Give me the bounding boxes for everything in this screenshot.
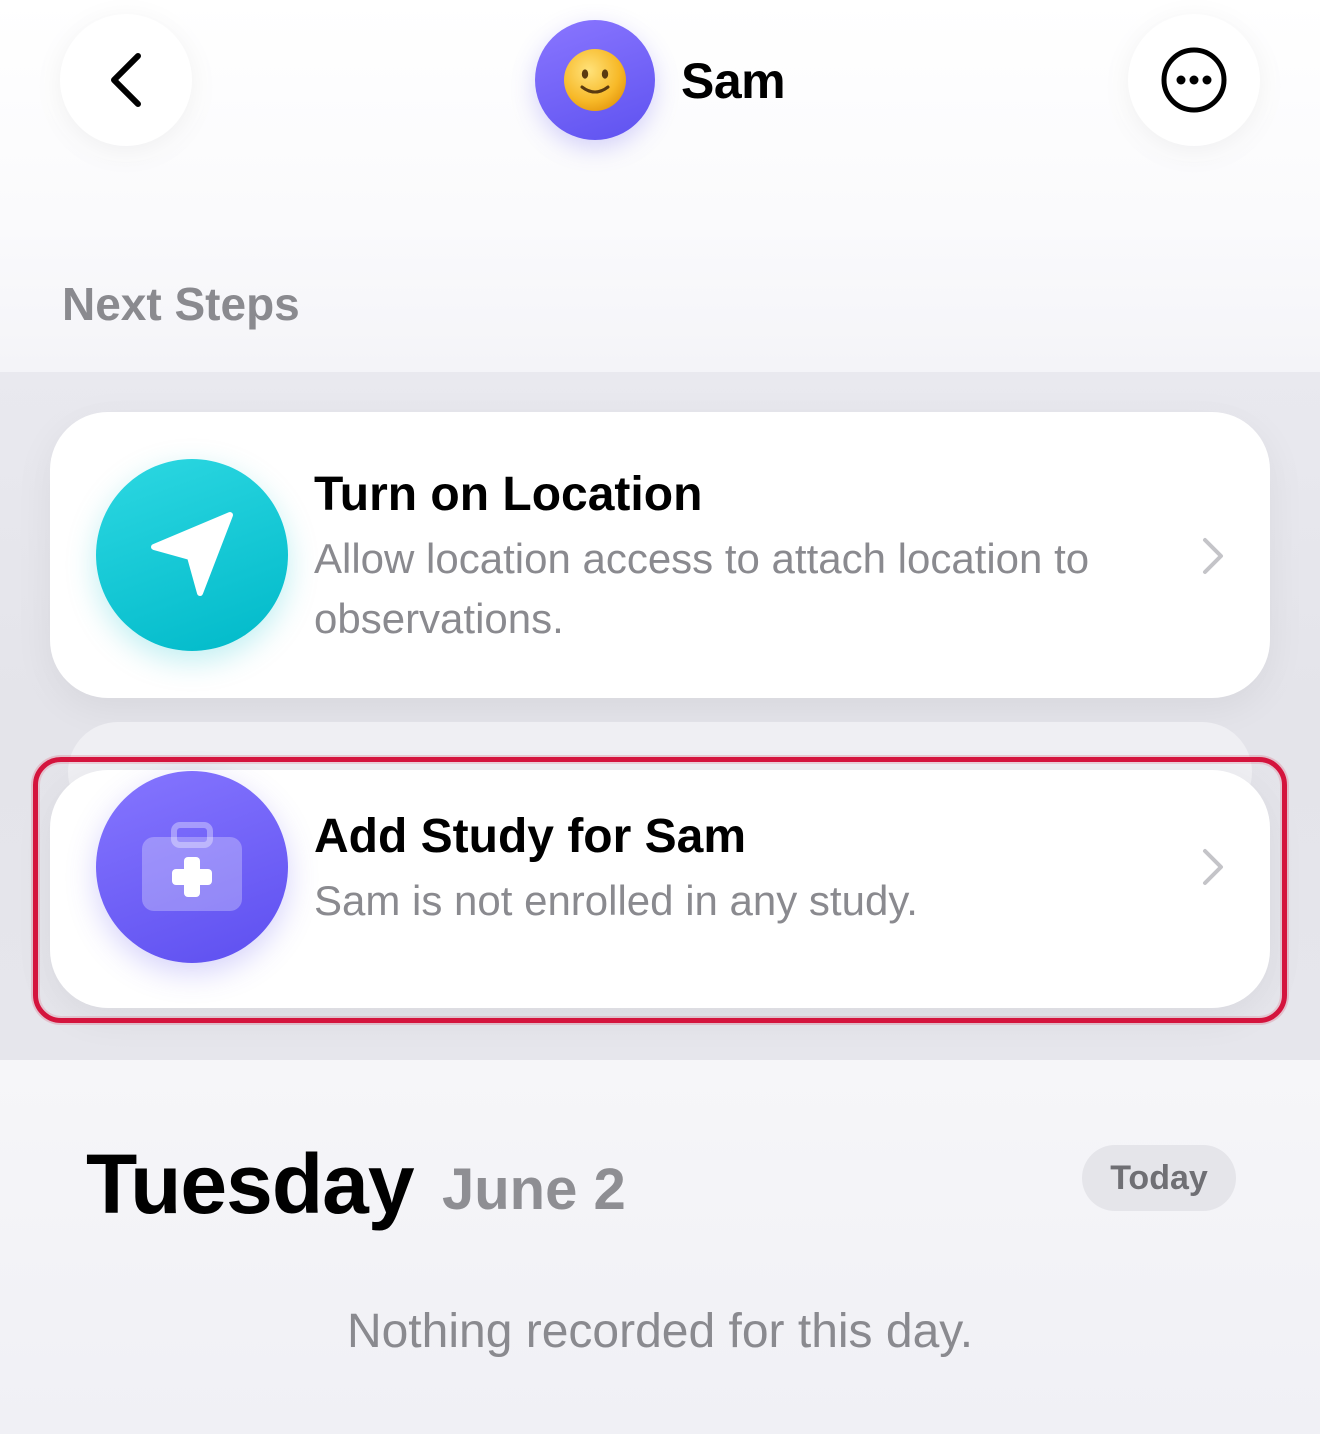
chevron-right-icon (1203, 849, 1223, 885)
day-weekday: Tuesday (86, 1137, 415, 1231)
medical-briefcase-icon (142, 822, 242, 911)
turn-on-location-card[interactable]: Turn on Location Allow location access t… (50, 412, 1270, 698)
day-date: June 2 (442, 1157, 626, 1222)
today-button[interactable]: Today (1082, 1145, 1236, 1211)
card-title: Turn on Location (314, 468, 703, 521)
card-title: Add Study for Sam (314, 810, 747, 863)
chevron-left-icon (111, 53, 141, 107)
profile-name: Sam (681, 53, 786, 109)
add-study-card[interactable]: Add Study for Sam Sam is not enrolled in… (50, 770, 1270, 1008)
avatar[interactable] (535, 20, 655, 140)
card-subtitle: Sam is not enrolled in any study. (314, 877, 918, 924)
card-subtitle: Allow location access to attach location… (314, 535, 1090, 642)
smiley-face-icon (564, 49, 626, 111)
more-options-button[interactable] (1128, 14, 1260, 146)
location-icon-circle (96, 459, 288, 651)
back-button[interactable] (60, 14, 192, 146)
ellipsis-circle-icon (1161, 47, 1227, 113)
section-title-next-steps: Next Steps (62, 278, 300, 330)
chevron-right-icon (1203, 538, 1223, 574)
study-icon-circle (96, 771, 288, 963)
location-arrow-icon (151, 512, 233, 596)
day-background (0, 1060, 1320, 1434)
empty-day-message: Nothing recorded for this day. (346, 1305, 974, 1358)
